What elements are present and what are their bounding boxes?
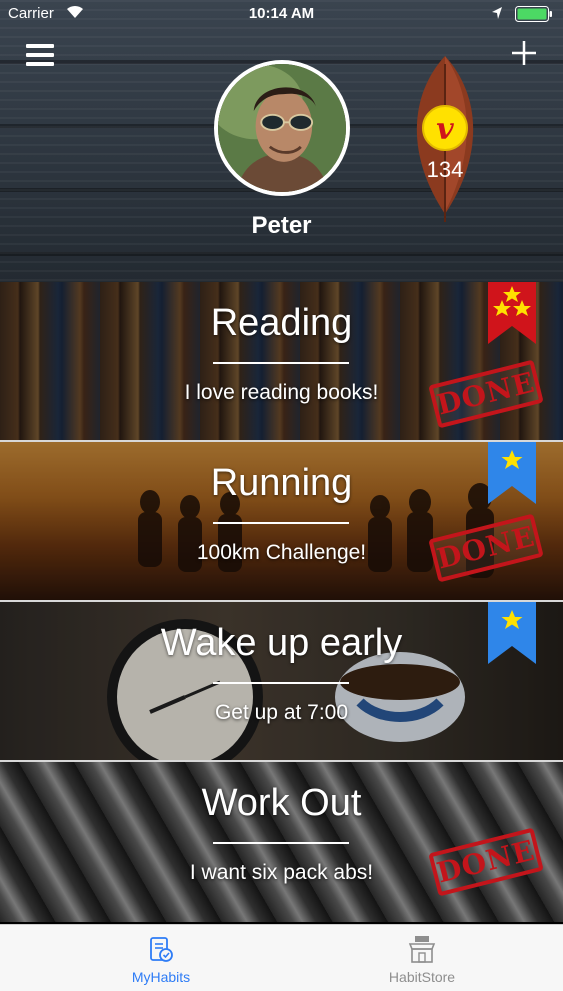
tab-label: MyHabits xyxy=(131,969,191,985)
store-icon xyxy=(408,936,436,963)
profile-header: Carrier 10:14 AM Peter v 134 xyxy=(0,0,563,282)
menu-button[interactable] xyxy=(26,44,54,66)
tab-label: HabitStore xyxy=(388,969,456,985)
coin-count: 134 xyxy=(426,157,464,182)
divider xyxy=(213,682,349,684)
avatar-photo xyxy=(218,64,346,192)
habit-card-reading[interactable]: Reading I love reading books! DONE xyxy=(0,282,563,442)
divider xyxy=(213,522,349,524)
divider xyxy=(213,842,349,844)
avatar[interactable] xyxy=(214,60,350,196)
my-habits-icon xyxy=(150,937,173,962)
habit-subtitle: Get up at 7:00 xyxy=(214,701,349,724)
leaf-coin-icon[interactable]: v xyxy=(400,54,490,224)
habit-title: Reading xyxy=(210,302,353,344)
star-ribbon-icon xyxy=(488,442,536,504)
habit-card-work-out[interactable]: Work Out I want six pack abs! DONE xyxy=(0,762,563,922)
habit-title: Work Out xyxy=(201,782,362,824)
location-arrow-icon xyxy=(492,7,502,19)
habit-title: Running xyxy=(210,462,353,504)
status-bar: Carrier 10:14 AM xyxy=(0,0,563,28)
tab-habitstore[interactable]: HabitStore xyxy=(322,925,522,991)
habit-list: Reading I love reading books! DONE Runni… xyxy=(0,282,563,922)
tab-bar: MyHabits HabitStore xyxy=(0,924,563,991)
hamburger-icon xyxy=(26,44,54,48)
clock: 10:14 AM xyxy=(248,5,315,22)
habit-card-wake-up-early[interactable]: Wake up early Get up at 7:00 xyxy=(0,602,563,762)
star-ribbon-icon xyxy=(488,602,536,664)
habit-card-running[interactable]: Running 100km Challenge! DONE xyxy=(0,442,563,602)
svg-text:v: v xyxy=(436,112,454,147)
tab-myhabits[interactable]: MyHabits xyxy=(61,925,261,991)
habit-title: Wake up early xyxy=(160,622,403,664)
divider xyxy=(213,362,349,364)
add-habit-button[interactable] xyxy=(511,40,537,66)
battery-icon xyxy=(515,6,552,22)
three-star-ribbon-icon xyxy=(488,282,536,344)
